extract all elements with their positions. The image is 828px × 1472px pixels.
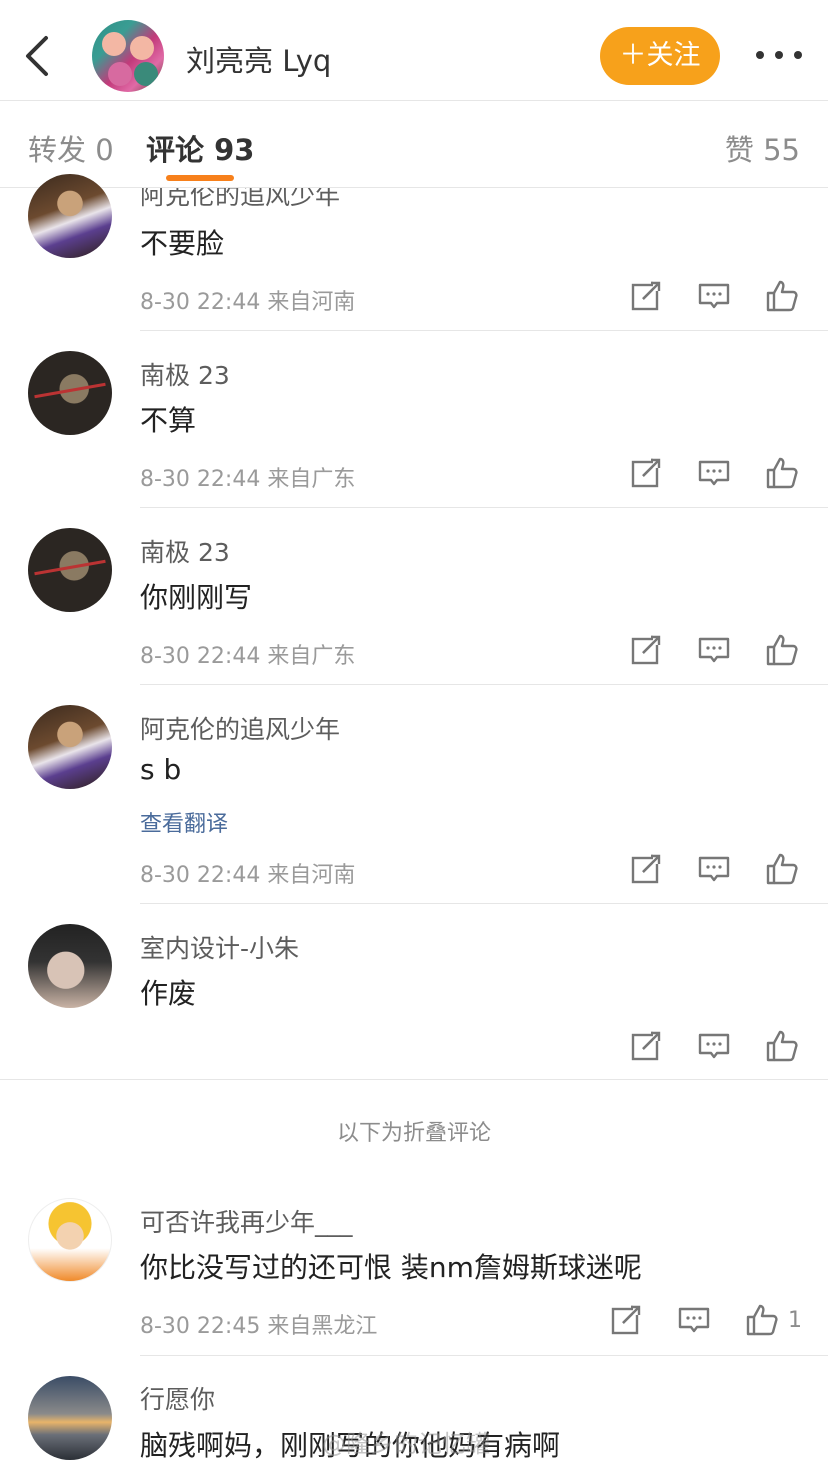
chevron-left-icon [26, 36, 48, 76]
back-button[interactable] [18, 32, 58, 80]
view-translation-link[interactable]: 查看翻译 [140, 806, 228, 838]
like-button[interactable] [765, 633, 799, 667]
avatar[interactable] [28, 174, 112, 258]
comment-text: 作废 [140, 977, 197, 1010]
comment-author[interactable]: 可否许我再少年___ [140, 1203, 353, 1239]
comment-meta: 8-30 22:45 来自黑龙江 [140, 1308, 377, 1340]
comment-author[interactable]: 行愿你 [140, 1380, 215, 1416]
tab-bar: 转发 0 评论 93 赞 55 [0, 101, 828, 188]
comment-meta: 8-30 22:44 来自广东 [140, 461, 355, 493]
like-icon [765, 1030, 799, 1067]
like-icon [745, 1304, 779, 1341]
comment-time: 8-30 22:44 [140, 863, 261, 888]
comment-icon [697, 1033, 731, 1067]
comment-location: 来自广东 [267, 644, 356, 669]
more-dots-icon[interactable] [756, 48, 802, 62]
comment-location: 来自河南 [267, 290, 356, 315]
comment-text: 不算 [140, 404, 197, 437]
share-icon [629, 458, 663, 494]
author-avatar[interactable] [92, 20, 164, 92]
comment-icon [697, 856, 731, 890]
like-count: 1 [788, 1308, 802, 1333]
divider [140, 684, 828, 685]
comment-time: 8-30 22:45 [140, 1314, 261, 1339]
share-icon [629, 635, 663, 671]
comment-meta: 8-30 22:44 来自河南 [140, 284, 355, 316]
reply-button[interactable] [677, 1303, 711, 1337]
active-tab-indicator [166, 175, 234, 181]
comment-time: 8-30 22:44 [140, 467, 261, 492]
share-icon [629, 854, 663, 890]
watermark: @隆乡的记忆罐 [322, 1430, 490, 1458]
tab-forward[interactable]: 转发 0 [28, 127, 114, 169]
tab-comments[interactable]: 评论 93 [146, 127, 254, 169]
reply-button[interactable] [697, 279, 731, 313]
comment-time: 8-30 22:44 [140, 644, 261, 669]
divider [140, 507, 828, 508]
like-button[interactable] [765, 1029, 799, 1063]
avatar[interactable] [28, 1376, 112, 1460]
avatar[interactable] [28, 351, 112, 435]
reply-button[interactable] [697, 633, 731, 667]
top-bar: 刘亮亮 Lyq ＋关注 [0, 0, 828, 101]
like-button[interactable] [765, 456, 799, 490]
share-button[interactable] [629, 1029, 663, 1063]
like-button[interactable] [765, 279, 799, 313]
share-icon [609, 1305, 643, 1341]
share-button[interactable] [629, 456, 663, 490]
comment-meta: 8-30 22:44 来自广东 [140, 638, 355, 670]
author-name[interactable]: 刘亮亮 Lyq [186, 38, 331, 80]
folded-comments-label: 以下为折叠评论 [336, 1121, 491, 1146]
comment-text: 不要脸 [140, 227, 225, 260]
comment-icon [677, 1307, 711, 1341]
divider [140, 330, 828, 331]
comment-text: 你刚刚写 [140, 581, 253, 614]
comment-location: 来自广东 [267, 467, 356, 492]
share-button[interactable] [629, 633, 663, 667]
divider [140, 1355, 828, 1356]
comment-icon [697, 283, 731, 317]
comment-icon [697, 637, 731, 671]
comment-text: 你比没写过的还可恨 装nm詹姆斯球迷呢 [140, 1251, 642, 1284]
like-icon [765, 457, 799, 494]
avatar[interactable] [28, 528, 112, 612]
divider [140, 903, 828, 904]
like-icon [765, 853, 799, 890]
comment-author[interactable]: 南极 23 [140, 356, 230, 392]
like-button[interactable] [765, 852, 799, 886]
folded-section-divider [0, 1079, 828, 1080]
comment-text: s b [140, 753, 182, 786]
share-button[interactable] [609, 1303, 643, 1337]
avatar[interactable] [28, 924, 112, 1008]
comment-author[interactable]: 阿克伦的追风少年 [140, 710, 340, 746]
reply-button[interactable] [697, 456, 731, 490]
like-icon [765, 634, 799, 671]
reply-button[interactable] [697, 852, 731, 886]
follow-button[interactable]: ＋关注 [600, 27, 720, 85]
like-icon [765, 280, 799, 317]
share-button[interactable] [629, 279, 663, 313]
comment-icon [697, 460, 731, 494]
share-icon [629, 1031, 663, 1067]
share-icon [629, 281, 663, 317]
tab-likes[interactable]: 赞 55 [725, 127, 800, 169]
like-button[interactable] [745, 1303, 779, 1337]
comment-location: 来自黑龙江 [267, 1314, 378, 1339]
reply-button[interactable] [697, 1029, 731, 1063]
comment-meta: 8-30 22:44 来自河南 [140, 857, 355, 889]
comment-time: 8-30 22:44 [140, 290, 261, 315]
comment-author[interactable]: 南极 23 [140, 533, 230, 569]
avatar[interactable] [28, 1198, 112, 1282]
comment-location: 来自河南 [267, 863, 356, 888]
share-button[interactable] [629, 852, 663, 886]
comment-author[interactable]: 室内设计-小朱 [140, 929, 299, 965]
avatar[interactable] [28, 705, 112, 789]
